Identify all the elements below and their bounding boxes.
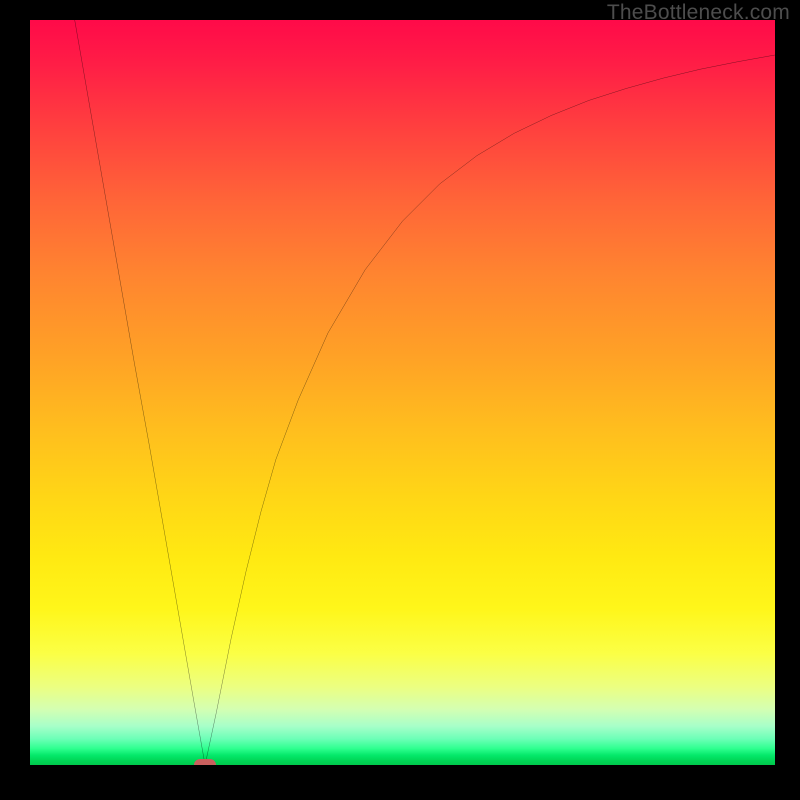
minimum-marker xyxy=(194,759,216,765)
chart-stage: TheBottleneck.com xyxy=(0,0,800,800)
plot-area xyxy=(30,20,775,765)
bottleneck-curve xyxy=(30,20,775,765)
